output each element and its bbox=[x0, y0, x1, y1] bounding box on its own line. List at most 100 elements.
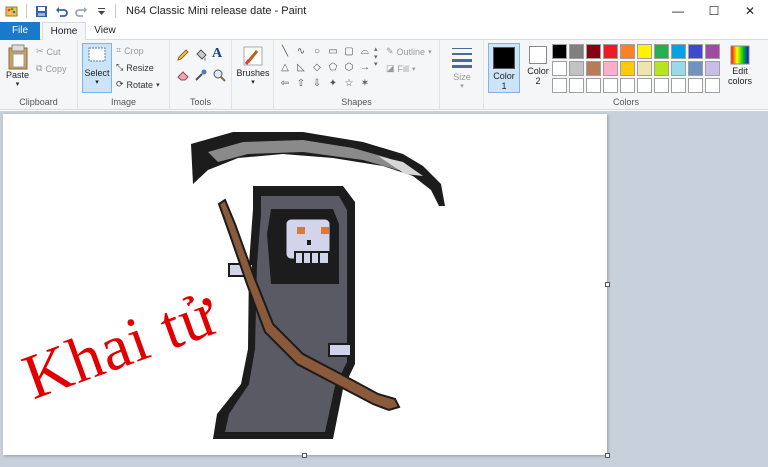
brushes-dropdown-icon[interactable]: ▾ bbox=[251, 78, 255, 86]
copy-button[interactable]: ⧉ Copy bbox=[36, 63, 66, 74]
cut-button[interactable]: ✂ Cut bbox=[36, 46, 61, 57]
shape-arrow-down-icon[interactable]: ⇩ bbox=[310, 77, 324, 91]
palette-swatch[interactable] bbox=[603, 78, 618, 93]
palette-swatch[interactable] bbox=[552, 44, 567, 59]
shape-rounded-rectangle-icon[interactable]: ▢ bbox=[342, 45, 356, 59]
palette-swatch[interactable] bbox=[671, 61, 686, 76]
image-group: Select ▾ ⌗ Crop ⤡ Resize ⟳ Rotate ▾ Imag… bbox=[78, 40, 170, 110]
paste-label: Paste bbox=[6, 70, 30, 80]
shape-polygon-icon[interactable]: ⌓ bbox=[358, 45, 372, 59]
palette-swatch[interactable] bbox=[569, 44, 584, 59]
palette-swatch[interactable] bbox=[603, 61, 618, 76]
crop-button[interactable]: ⌗ Crop bbox=[116, 45, 144, 56]
shape-star-four-icon[interactable]: ✦ bbox=[326, 77, 340, 91]
palette-swatch[interactable] bbox=[705, 44, 720, 59]
text-tool-icon[interactable]: A bbox=[212, 46, 222, 62]
palette-swatch[interactable] bbox=[637, 61, 652, 76]
canvas-resize-handle-bottom[interactable] bbox=[302, 453, 307, 458]
palette-swatch[interactable] bbox=[586, 78, 601, 93]
palette-swatch[interactable] bbox=[705, 78, 720, 93]
pencil-icon[interactable] bbox=[176, 48, 190, 62]
brushes-button[interactable]: Brushes ▾ bbox=[234, 44, 272, 86]
customize-qat-icon[interactable] bbox=[93, 3, 109, 19]
palette-swatch[interactable] bbox=[552, 61, 567, 76]
palette-swatch[interactable] bbox=[688, 44, 703, 59]
tab-view[interactable]: View bbox=[88, 22, 122, 40]
palette-swatch[interactable] bbox=[569, 78, 584, 93]
maximize-button[interactable]: ☐ bbox=[696, 0, 732, 22]
size-button[interactable]: Size ▾ bbox=[444, 46, 480, 90]
eraser-icon[interactable] bbox=[176, 68, 190, 82]
window-controls: — ☐ ✕ bbox=[660, 0, 768, 22]
tools-group-label: Tools bbox=[189, 97, 211, 107]
shapes-gallery: ╲ ∿ ○ ▭ ▢ ⌓ △ ◺ ◇ ⬠ ⬡ → ⇦ ⇧ ⇩ ✦ ☆ ✶ bbox=[278, 45, 372, 91]
color-picker-icon[interactable] bbox=[194, 68, 208, 82]
shape-arrow-up-icon[interactable]: ⇧ bbox=[294, 77, 308, 91]
size-label: Size bbox=[453, 72, 471, 82]
palette-swatch[interactable] bbox=[586, 44, 601, 59]
undo-icon[interactable] bbox=[53, 3, 69, 19]
select-button-content: Select ▾ bbox=[82, 46, 112, 86]
palette-swatch[interactable] bbox=[654, 78, 669, 93]
paste-dropdown-icon[interactable]: ▾ bbox=[16, 80, 20, 88]
shape-line-icon[interactable]: ╲ bbox=[278, 45, 292, 59]
palette-swatch[interactable] bbox=[603, 44, 618, 59]
edit-colors-button[interactable]: Edit colors bbox=[722, 44, 758, 86]
tab-home[interactable]: Home bbox=[42, 22, 86, 41]
shape-arrow-left-icon[interactable]: ⇦ bbox=[278, 77, 292, 91]
fill-button[interactable]: ◪ Fill ▾ bbox=[386, 63, 416, 74]
color1-selector[interactable]: Color 1 bbox=[488, 43, 520, 93]
palette-swatch[interactable] bbox=[688, 61, 703, 76]
select-dropdown-icon[interactable]: ▾ bbox=[95, 78, 99, 86]
palette-swatch[interactable] bbox=[688, 78, 703, 93]
shape-triangle-icon[interactable]: △ bbox=[278, 61, 292, 75]
shape-star-five-icon[interactable]: ☆ bbox=[342, 77, 356, 91]
palette-swatch[interactable] bbox=[705, 61, 720, 76]
shape-hexagon-icon[interactable]: ⬡ bbox=[342, 61, 356, 75]
shape-curve-icon[interactable]: ∿ bbox=[294, 45, 308, 59]
tab-file[interactable]: File bbox=[0, 22, 40, 40]
palette-swatch[interactable] bbox=[671, 44, 686, 59]
palette-swatch[interactable] bbox=[569, 61, 584, 76]
outline-button[interactable]: ✎ Outline ▾ bbox=[386, 46, 432, 57]
shape-oval-icon[interactable]: ○ bbox=[310, 45, 324, 59]
redo-icon[interactable] bbox=[73, 3, 89, 19]
drawing-canvas[interactable]: Khai tử bbox=[3, 114, 607, 455]
close-button[interactable]: ✕ bbox=[732, 0, 768, 22]
palette-swatch[interactable] bbox=[552, 78, 567, 93]
shape-right-triangle-icon[interactable]: ◺ bbox=[294, 61, 308, 75]
palette-swatch[interactable] bbox=[654, 44, 669, 59]
colors-group: Color 1 Color 2 Edit colors Colors bbox=[484, 40, 768, 110]
palette-swatch[interactable] bbox=[620, 61, 635, 76]
palette-swatch[interactable] bbox=[671, 78, 686, 93]
palette-swatch[interactable] bbox=[654, 61, 669, 76]
resize-button[interactable]: ⤡ Resize bbox=[116, 62, 154, 73]
paste-button[interactable]: Paste ▾ bbox=[6, 44, 29, 88]
canvas-resize-handle-right[interactable] bbox=[605, 282, 610, 287]
canvas-resize-handle-corner[interactable] bbox=[605, 453, 610, 458]
shape-pentagon-icon[interactable]: ⬠ bbox=[326, 61, 340, 75]
palette-swatch[interactable] bbox=[586, 61, 601, 76]
shape-rectangle-icon[interactable]: ▭ bbox=[326, 45, 340, 59]
minimize-button[interactable]: — bbox=[660, 0, 696, 22]
palette-swatch[interactable] bbox=[637, 44, 652, 59]
rotate-dropdown-icon[interactable]: ▾ bbox=[156, 81, 160, 89]
crop-label: Crop bbox=[124, 45, 144, 56]
save-icon[interactable] bbox=[33, 3, 49, 19]
palette-swatch[interactable] bbox=[637, 78, 652, 93]
rotate-button[interactable]: ⟳ Rotate ▾ bbox=[116, 79, 160, 90]
palette-swatch[interactable] bbox=[620, 78, 635, 93]
palette-swatch[interactable] bbox=[620, 44, 635, 59]
color2-selector[interactable]: Color 2 bbox=[522, 46, 554, 86]
shape-arrow-right-icon[interactable]: → bbox=[358, 61, 372, 75]
shapes-scroll-icon[interactable]: ▴ ▾ ▾ bbox=[374, 46, 378, 69]
shape-diamond-icon[interactable]: ◇ bbox=[310, 61, 324, 75]
magnifier-icon[interactable] bbox=[212, 68, 226, 82]
ribbon-tabs: File Home View bbox=[0, 22, 768, 41]
quick-access-toolbar bbox=[0, 0, 118, 22]
fill-bucket-icon[interactable] bbox=[194, 48, 208, 62]
rotate-label: Rotate bbox=[126, 79, 154, 90]
paint-app-icon[interactable] bbox=[4, 3, 20, 19]
canvas-workspace[interactable]: Khai tử bbox=[0, 111, 768, 467]
shape-star-six-icon[interactable]: ✶ bbox=[358, 77, 372, 91]
